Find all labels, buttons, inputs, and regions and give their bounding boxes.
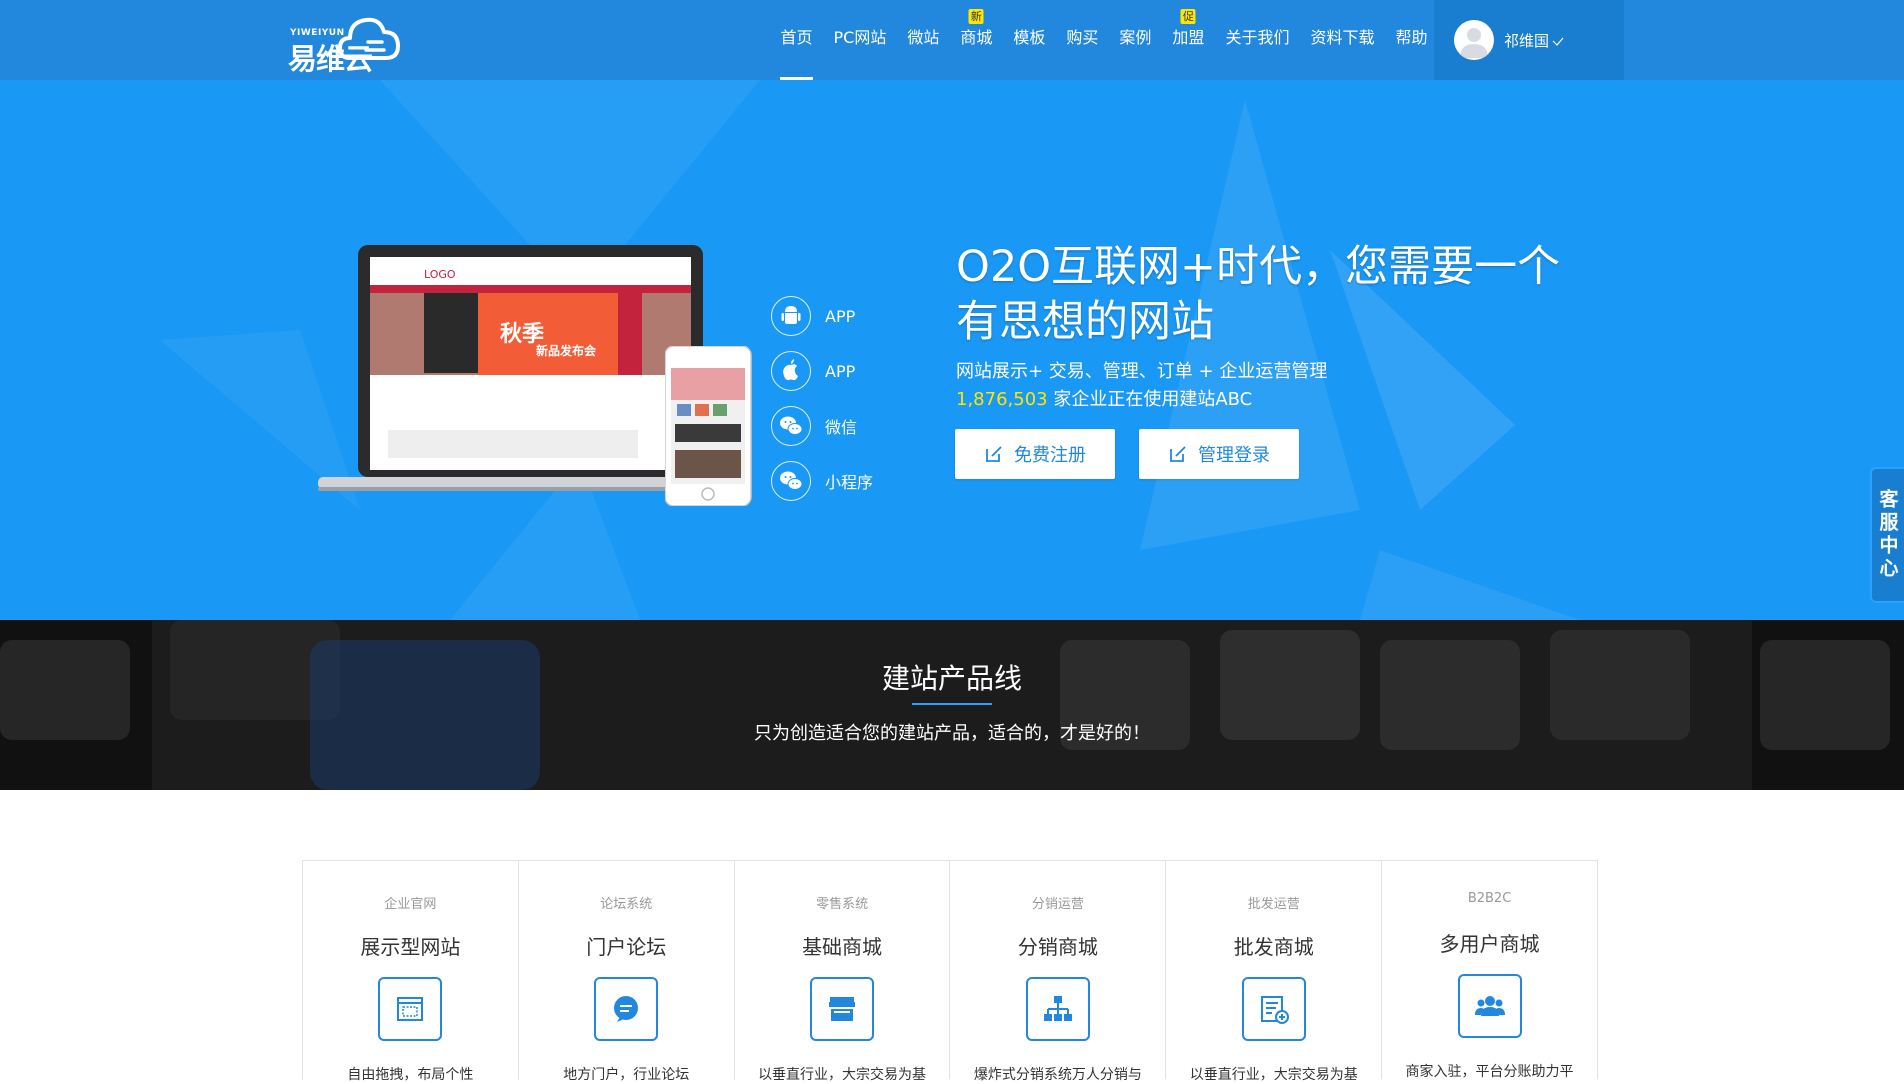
nav-item[interactable]: 资料下载 xyxy=(1300,0,1385,80)
nav-item[interactable]: 模板 xyxy=(1003,0,1056,80)
platform-label: APP xyxy=(825,306,856,326)
nav-item[interactable]: 帮助 xyxy=(1385,0,1438,80)
android-icon xyxy=(771,296,811,336)
product-category: 论坛系统 xyxy=(600,897,653,912)
product-name: 分销商城 xyxy=(1017,935,1098,959)
title-underline xyxy=(912,703,992,705)
nav-item[interactable]: 案例 xyxy=(1109,0,1162,80)
platform-item[interactable]: APP xyxy=(771,351,855,391)
logo-chinese: 易维云 xyxy=(288,42,373,76)
hero-subtitle: 网站展示+ 交易、管理、订单 + 企业运营管理 xyxy=(956,361,1328,382)
hero-background-shapes xyxy=(160,80,1580,620)
product-description: 地方门户，行业论坛 xyxy=(563,1067,690,1083)
miniprogram-icon xyxy=(771,461,811,501)
edit-icon xyxy=(1170,446,1186,462)
product-description: 以垂直行业，大宗交易为基 xyxy=(758,1067,927,1083)
product-description: 自由拖拽，布局个性 xyxy=(347,1067,474,1083)
edit-icon xyxy=(986,446,1002,462)
stat-text: 家企业正在使用建站ABC xyxy=(1047,389,1253,410)
nav-item-label: 案例 xyxy=(1119,28,1152,47)
product-name: 多用户商城 xyxy=(1439,932,1540,956)
product-description: 以垂直行业，大宗交易为基 xyxy=(1189,1067,1358,1083)
product-description: 爆炸式分销系统万人分销与 xyxy=(973,1067,1142,1083)
nav-item-label: 购买 xyxy=(1066,28,1099,47)
product-card[interactable]: 零售系统基础商城以垂直行业，大宗交易为基 xyxy=(735,861,951,1083)
logo[interactable]: YIWEIYUN 易维云 xyxy=(286,6,406,76)
product-card[interactable]: 批发运营批发商城以垂直行业，大宗交易为基 xyxy=(1166,861,1383,1083)
hierarchy-icon xyxy=(1025,977,1090,1041)
login-button[interactable]: 管理登录 xyxy=(1139,429,1299,479)
apple-icon xyxy=(771,351,811,391)
nav-item-label: 加盟 xyxy=(1172,28,1205,47)
customer-service-label: 客服中心 xyxy=(1876,489,1899,581)
user-name: 祁维国 xyxy=(1504,31,1550,50)
nav-item[interactable]: 关于我们 xyxy=(1215,0,1300,80)
nav-item-label: PC网站 xyxy=(833,28,887,47)
nav-item[interactable]: 加盟促 xyxy=(1162,0,1215,80)
register-button[interactable]: 免费注册 xyxy=(955,429,1115,479)
nav-badge: 促 xyxy=(1180,9,1196,24)
nav-item[interactable]: 商城新 xyxy=(950,0,1003,80)
product-line-subtitle: 只为创造适合您的建站产品，适合的，才是好的！ xyxy=(754,723,1150,744)
store-icon xyxy=(810,977,875,1041)
wechat-icon xyxy=(771,406,811,446)
product-grid: 企业官网 展示型网站 自由拖拽，布局个性 论坛系统 门户论坛 地方门户，行业论坛 零售系统基… xyxy=(302,860,1598,1083)
product-description: 商家入驻，平台分账助力平 xyxy=(1405,1064,1574,1080)
nav-item[interactable]: PC网站 xyxy=(823,0,897,80)
users-icon xyxy=(1457,974,1522,1038)
layout-icon xyxy=(378,977,443,1041)
banner-text-launch: 新品发布会 xyxy=(536,344,597,358)
nav-item-label: 帮助 xyxy=(1395,28,1428,47)
nav-item-label: 资料下载 xyxy=(1310,28,1375,47)
customer-service-tab[interactable]: 客服中心 xyxy=(1870,467,1904,603)
user-menu[interactable]: 祁维国 xyxy=(1434,0,1624,80)
user-avatar-icon xyxy=(1460,28,1488,58)
keyboard-background xyxy=(0,620,1904,790)
nav-item-label: 首页 xyxy=(780,28,813,47)
chat-icon xyxy=(594,977,659,1041)
platform-item[interactable]: 微信 xyxy=(771,406,857,446)
platform-label: 微信 xyxy=(825,418,858,437)
product-card[interactable]: B2B2C 多用户商城商家入驻，平台分账助力平 xyxy=(1382,861,1597,1080)
nav-item-label: 关于我们 xyxy=(1225,28,1290,47)
avatar xyxy=(1454,20,1494,60)
product-card[interactable]: 企业官网展示型网站自由拖拽，布局个性 xyxy=(303,861,519,1083)
product-name: 展示型网站 xyxy=(360,935,461,959)
product-name: 批发商城 xyxy=(1233,935,1314,959)
stat-number: 1,876,503 xyxy=(956,389,1048,410)
register-label: 免费注册 xyxy=(1014,445,1086,466)
list-add-icon xyxy=(1241,977,1306,1041)
laptop-screen-logo: LOGO xyxy=(424,268,456,281)
nav-badge: 新 xyxy=(968,9,984,24)
product-line-band: 建站产品线 只为创造适合您的建站产品，适合的，才是好的！ xyxy=(0,620,1904,790)
nav-item[interactable]: 首页 xyxy=(770,0,823,80)
chevron-down-icon xyxy=(1552,37,1564,46)
hero-stat: 1,876,503 家企业正在使用建站ABC xyxy=(956,385,1252,411)
hero-title: O2O互联网+时代，您需要一个有思想的网站 xyxy=(956,242,1561,347)
product-name: 基础商城 xyxy=(802,935,883,959)
product-category: 批发运营 xyxy=(1247,897,1300,912)
platform-item[interactable]: APP xyxy=(771,296,855,336)
nav-item[interactable]: 购买 xyxy=(1056,0,1109,80)
product-card[interactable]: 论坛系统门户论坛地方门户，行业论坛 xyxy=(519,861,735,1083)
phone-mockup xyxy=(665,346,752,506)
product-category: 零售系统 xyxy=(816,897,869,912)
platform-label: 小程序 xyxy=(825,473,874,492)
nav-item-label: 模板 xyxy=(1013,28,1046,47)
nav-item-label: 微站 xyxy=(907,28,940,47)
product-name: 门户论坛 xyxy=(586,935,667,959)
login-label: 管理登录 xyxy=(1198,445,1270,466)
main-nav: 首页 PC网站 微站 商城 新模板 购买 案例 加盟 促关于我们 资料下载 帮助 xyxy=(770,0,1438,80)
product-line-title: 建站产品线 xyxy=(881,662,1022,695)
top-header: YIWEIYUN 易维云 首页 PC网站 微站 商城 新模板 购买 案例 加盟 促关于我们 资料下… xyxy=(0,0,1904,80)
platform-item[interactable]: 小程序 xyxy=(771,461,873,501)
nav-item-label: 商城 xyxy=(960,28,993,47)
product-category: 企业官网 xyxy=(384,897,437,912)
product-card[interactable]: 分销运营分销商城爆炸式分销系统万人分销与 xyxy=(950,861,1167,1083)
product-category: 分销运营 xyxy=(1031,897,1084,912)
platform-label: APP xyxy=(825,361,856,381)
nav-item[interactable]: 微站 xyxy=(897,0,950,80)
product-category: B2B2C xyxy=(1467,891,1512,906)
hero-banner: LOGO 秋季 新品发布会 APP APP 微信 小程序 O2O互联网+时代，您需要一… xyxy=(0,80,1904,620)
